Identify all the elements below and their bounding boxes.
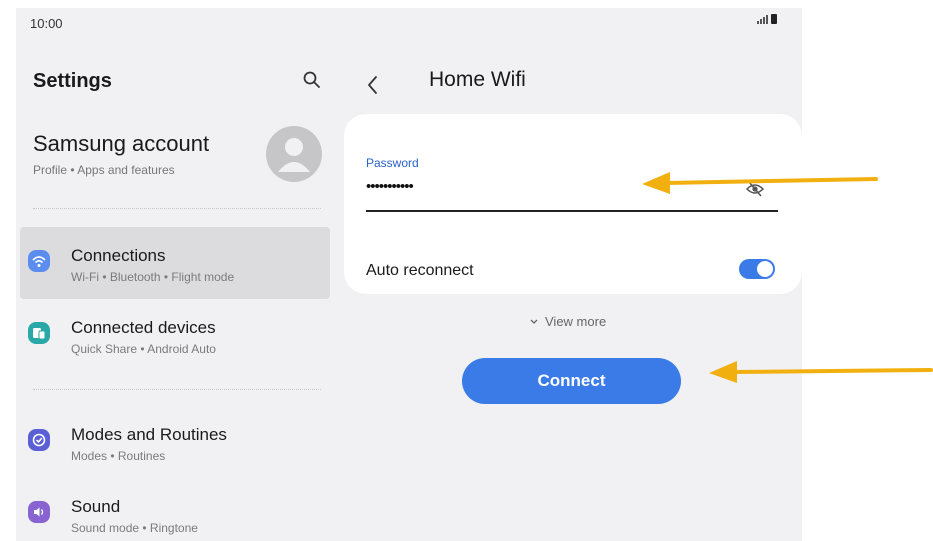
- password-input[interactable]: •••••••••••: [366, 178, 414, 195]
- menu-item-connected-devices[interactable]: Connected devices Quick Share • Android …: [20, 299, 330, 371]
- battery-icon: [771, 14, 777, 24]
- menu-item-subtitle: Quick Share • Android Auto: [71, 342, 216, 356]
- back-icon[interactable]: [366, 74, 380, 96]
- menu-item-subtitle: Sound mode • Ringtone: [71, 521, 198, 535]
- menu-item-title: Sound: [71, 497, 121, 516]
- avatar[interactable]: [266, 126, 322, 182]
- menu-item-title: Connected devices: [71, 318, 216, 337]
- menu-item-title: Modes and Routines: [71, 425, 227, 444]
- speaker-icon: [28, 501, 50, 523]
- menu-item-sound[interactable]: Sound Sound mode • Ringtone: [20, 478, 330, 541]
- account-subtitle: Profile • Apps and features: [33, 163, 175, 177]
- settings-title: Settings: [33, 70, 112, 92]
- devices-icon: [28, 322, 50, 344]
- auto-reconnect-toggle[interactable]: [739, 259, 775, 279]
- person-icon: [278, 138, 310, 172]
- page-title: Home Wifi: [429, 68, 526, 91]
- search-icon[interactable]: [302, 70, 322, 90]
- menu-item-subtitle: Modes • Routines: [71, 449, 166, 463]
- menu-item-title: Connections: [71, 246, 166, 265]
- signal-icon: [757, 14, 768, 24]
- status-icons: [757, 14, 777, 24]
- check-circle-icon: [28, 429, 50, 451]
- view-more-label: View more: [545, 314, 607, 329]
- password-label: Password: [366, 156, 419, 170]
- connect-button[interactable]: Connect: [462, 358, 681, 404]
- password-underline: [366, 210, 778, 212]
- annotation-arrow-icon: [642, 172, 878, 194]
- menu-item-connections[interactable]: Connections Wi-Fi • Bluetooth • Flight m…: [20, 227, 330, 299]
- wifi-settings-card: Password ••••••••••• Auto reconnect: [344, 114, 802, 294]
- toggle-knob: [757, 261, 773, 277]
- device-screen: 10:00 Settings Samsung account Profile •…: [16, 8, 802, 541]
- divider: [33, 389, 321, 390]
- annotation-arrow-icon: [709, 361, 933, 383]
- status-time: 10:00: [30, 16, 63, 31]
- divider: [33, 208, 321, 209]
- chevron-down-icon: [530, 319, 538, 324]
- account-name: Samsung account: [33, 131, 210, 156]
- menu-item-modes-and-routines[interactable]: Modes and Routines Modes • Routines: [20, 406, 330, 478]
- auto-reconnect-label: Auto reconnect: [366, 262, 474, 279]
- view-more-link[interactable]: View more: [529, 314, 606, 329]
- wifi-icon: [28, 250, 50, 272]
- menu-item-subtitle: Wi-Fi • Bluetooth • Flight mode: [71, 270, 235, 284]
